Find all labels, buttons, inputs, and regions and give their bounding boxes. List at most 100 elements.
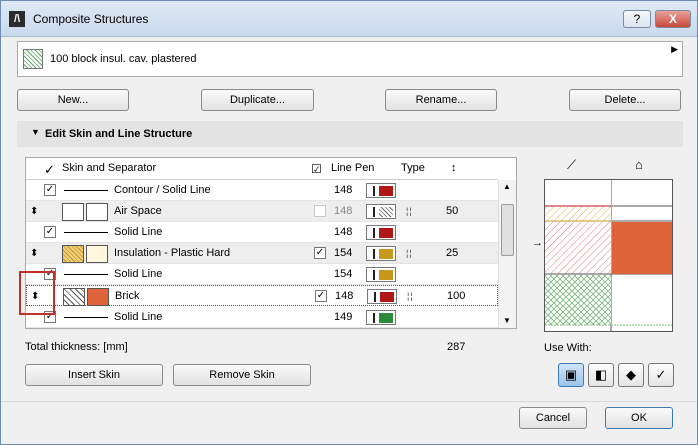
row-thickness: 50 xyxy=(446,205,459,217)
scroll-down-icon[interactable]: ▼ xyxy=(503,316,511,325)
total-thickness-value: 287 xyxy=(447,341,466,353)
row-pen: 148 xyxy=(334,205,353,217)
table-scrollbar[interactable]: ▲ ▼ xyxy=(498,180,516,328)
row-pen: 154 xyxy=(334,268,353,280)
skin-fill-swatch[interactable] xyxy=(62,203,84,221)
rename-button[interactable]: Rename... xyxy=(385,89,497,111)
row-pen: 149 xyxy=(334,311,353,323)
total-thickness-label: Total thickness: [mm] xyxy=(25,341,128,353)
drag-handle-icon[interactable]: ⬍ xyxy=(30,201,38,222)
pen-checkbox[interactable]: ✓ xyxy=(314,247,326,259)
cancel-button[interactable]: Cancel xyxy=(519,407,587,429)
header-type: Type xyxy=(401,162,425,174)
structure-preview xyxy=(544,179,673,332)
roof-toggle-icon[interactable]: ◆ xyxy=(618,363,644,387)
table-row[interactable]: ✓ Solid Line 149 xyxy=(26,307,498,328)
new-button[interactable]: New... xyxy=(17,89,129,111)
header-linepen: Line Pen xyxy=(331,162,375,174)
table-row-selected[interactable]: ⬍ Brick ✓ 148 ¦¦ 100 xyxy=(26,285,498,306)
skin-fill-swatch[interactable] xyxy=(63,288,85,306)
pen-color-swatch[interactable] xyxy=(366,267,396,282)
row-checkbox[interactable]: ✓ xyxy=(44,184,56,196)
pen-check-header-icon: ☑ xyxy=(311,162,322,176)
window-title: Composite Structures xyxy=(33,12,149,26)
skin-fill-swatch-2[interactable] xyxy=(87,288,109,306)
row-name: Contour / Solid Line xyxy=(114,184,211,196)
line-type-icon: ¦¦ xyxy=(406,206,413,216)
row-thickness: 100 xyxy=(447,290,466,302)
row-thickness: 25 xyxy=(446,247,459,259)
line-sample xyxy=(64,232,108,233)
composite-structures-dialog: /\ Composite Structures ? X 100 block in… xyxy=(0,0,698,445)
section-title: Edit Skin and Line Structure xyxy=(45,128,193,140)
row-pen: 154 xyxy=(334,247,353,259)
chevron-right-icon: ▶ xyxy=(671,44,678,54)
pen-color-swatch[interactable] xyxy=(366,246,396,261)
row-name: Solid Line xyxy=(114,268,163,280)
table-header: ✓ Skin and Separator ☑ Line Pen Type ↕ xyxy=(26,158,498,180)
structure-selector[interactable]: 100 block insul. cav. plastered ▶ xyxy=(17,41,683,77)
line-sample xyxy=(64,274,108,275)
pen-color-swatch[interactable] xyxy=(366,225,396,240)
scroll-thumb[interactable] xyxy=(501,204,514,256)
ok-button[interactable]: OK xyxy=(605,407,673,429)
remove-skin-button[interactable]: Remove Skin xyxy=(173,364,311,386)
pen-color-swatch[interactable] xyxy=(366,183,396,198)
composite-icon xyxy=(23,49,43,69)
structure-name: 100 block insul. cav. plastered xyxy=(50,53,197,65)
brick-color-band xyxy=(612,222,672,274)
insulation-band xyxy=(545,207,611,221)
pen-color-swatch[interactable] xyxy=(366,204,396,219)
slab-toggle-icon[interactable]: ◧ xyxy=(588,363,614,387)
row-name: Air Space xyxy=(114,205,162,217)
row-pen: 148 xyxy=(334,226,353,238)
section-header[interactable]: ▼ Edit Skin and Line Structure xyxy=(17,121,683,147)
pen-color-swatch[interactable] xyxy=(367,289,397,304)
check-header-icon: ✓ xyxy=(44,162,55,177)
line-sample xyxy=(64,190,108,191)
row-pen: 148 xyxy=(335,290,354,302)
air-space-band xyxy=(545,180,611,206)
pen-color-swatch[interactable] xyxy=(366,310,396,325)
row-checkbox[interactable]: ✓ xyxy=(44,226,56,238)
wall-toggle-icon[interactable]: ▣ xyxy=(558,363,584,387)
duplicate-button[interactable]: Duplicate... xyxy=(201,89,314,111)
hatch-preview-icon: ⟋ xyxy=(567,157,577,172)
line-sample xyxy=(64,317,108,318)
preview-svg xyxy=(545,180,672,331)
skin-table: ✓ Skin and Separator ☑ Line Pen Type ↕ ✓… xyxy=(25,157,517,329)
header-skin: Skin and Separator xyxy=(62,162,157,174)
close-button[interactable]: X xyxy=(655,10,691,28)
table-row[interactable]: ✓ Solid Line 154 xyxy=(26,264,498,285)
line-type-icon: ¦¦ xyxy=(407,291,414,301)
table-row[interactable]: ⬍ Insulation - Plastic Hard ✓ 154 ¦¦ 25 xyxy=(26,243,498,264)
triangle-down-icon: ▼ xyxy=(31,127,40,137)
line-type-icon: ¦¦ xyxy=(406,248,413,258)
plaster-band xyxy=(545,275,611,325)
highlight-box xyxy=(19,271,55,315)
delete-button[interactable]: Delete... xyxy=(569,89,681,111)
paint-brush-icon: ⌂ xyxy=(635,157,643,172)
scroll-up-icon[interactable]: ▲ xyxy=(503,182,511,191)
row-name: Solid Line xyxy=(114,311,163,323)
shell-toggle-icon[interactable]: ✓ xyxy=(648,363,674,387)
title-bar: /\ Composite Structures ? X xyxy=(1,1,697,37)
divider xyxy=(1,401,697,402)
skin-fill-swatch-2[interactable] xyxy=(86,203,108,221)
row-name: Insulation - Plastic Hard xyxy=(114,247,231,259)
archicad-app-icon: /\ xyxy=(9,11,25,27)
table-row[interactable]: ⬍ Air Space 148 ¦¦ 50 xyxy=(26,201,498,222)
skin-fill-swatch[interactable] xyxy=(62,245,84,263)
table-row[interactable]: ✓ Solid Line 148 xyxy=(26,222,498,243)
help-button[interactable]: ? xyxy=(623,10,651,28)
insert-skin-button[interactable]: Insert Skin xyxy=(25,364,163,386)
drag-handle-icon[interactable]: ⬍ xyxy=(30,243,38,264)
table-row[interactable]: ✓ Contour / Solid Line 148 xyxy=(26,180,498,201)
pen-checkbox[interactable] xyxy=(314,205,326,217)
pen-checkbox[interactable]: ✓ xyxy=(315,290,327,302)
thickness-header-icon: ↕ xyxy=(451,162,457,174)
skin-fill-swatch-2[interactable] xyxy=(86,245,108,263)
row-pen: 148 xyxy=(334,184,353,196)
use-with-label: Use With: xyxy=(544,342,592,354)
row-name: Solid Line xyxy=(114,226,163,238)
